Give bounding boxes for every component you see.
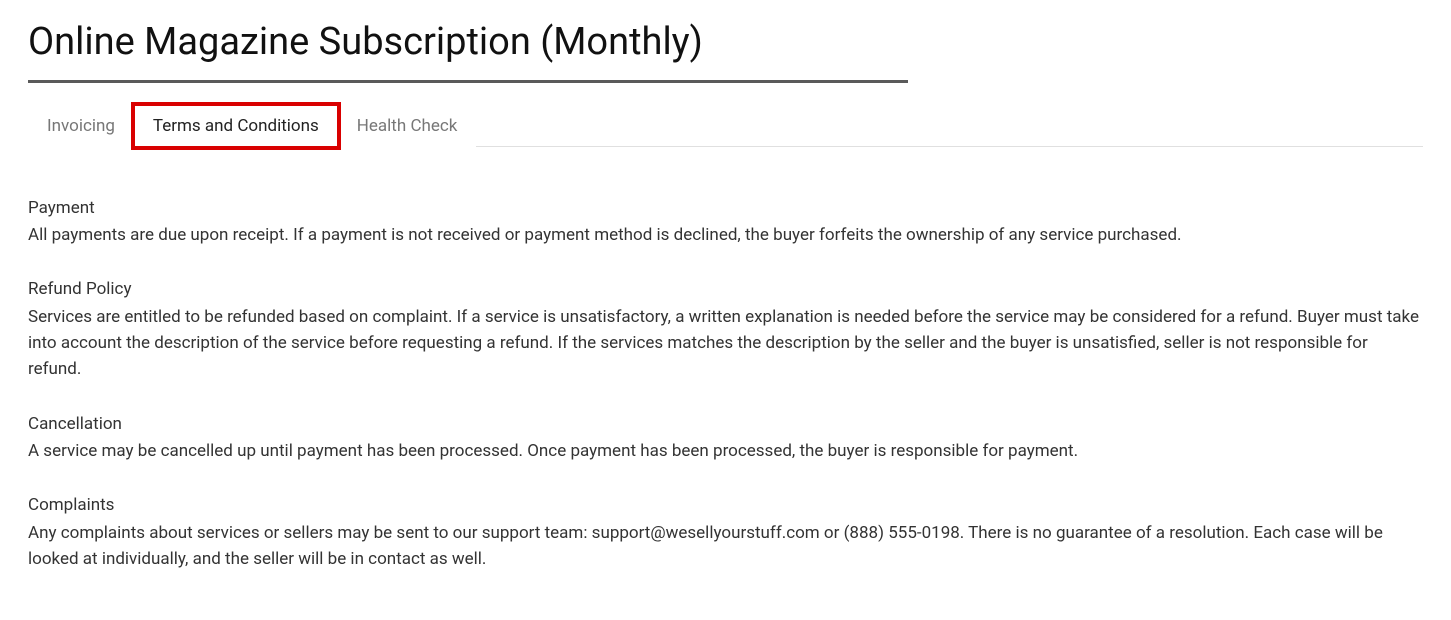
section-complaints: Complaints Any complaints about services… xyxy=(28,492,1423,572)
tab-invoicing[interactable]: Invoicing xyxy=(28,105,134,147)
tabs-container: Invoicing Terms and Conditions Health Ch… xyxy=(28,105,1423,147)
content-area: Payment All payments are due upon receip… xyxy=(28,147,1423,573)
section-refund-title: Refund Policy xyxy=(28,276,1423,302)
page-title: Online Magazine Subscription (Monthly) xyxy=(28,20,908,83)
section-payment-body: All payments are due upon receipt. If a … xyxy=(28,222,1423,248)
section-cancellation-body: A service may be cancelled up until paym… xyxy=(28,438,1423,464)
section-refund-body: Services are entitled to be refunded bas… xyxy=(28,304,1423,383)
section-payment: Payment All payments are due upon receip… xyxy=(28,195,1423,249)
section-refund: Refund Policy Services are entitled to b… xyxy=(28,276,1423,382)
tab-health-check[interactable]: Health Check xyxy=(338,105,477,147)
section-cancellation: Cancellation A service may be cancelled … xyxy=(28,411,1423,465)
section-payment-title: Payment xyxy=(28,195,1423,221)
section-complaints-title: Complaints xyxy=(28,492,1423,518)
section-complaints-body: Any complaints about services or sellers… xyxy=(28,520,1423,573)
tab-terms-and-conditions[interactable]: Terms and Conditions xyxy=(134,105,338,147)
section-cancellation-title: Cancellation xyxy=(28,411,1423,437)
